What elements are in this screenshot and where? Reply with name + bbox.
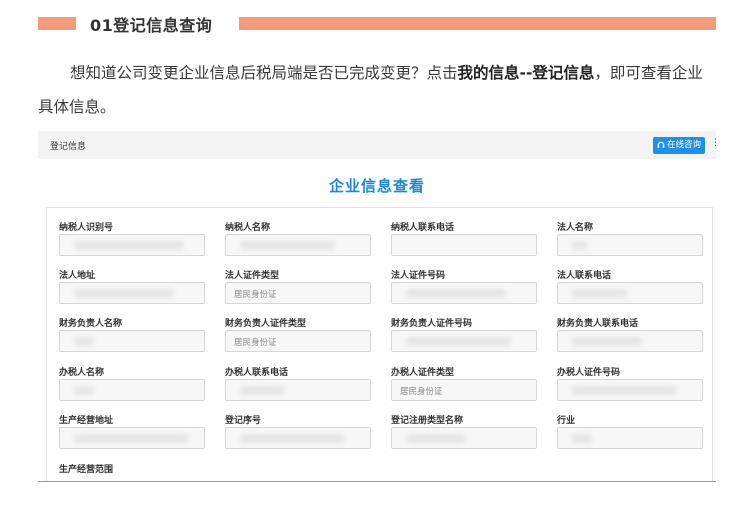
field-input[interactable]: 居民身份证 — [225, 330, 371, 352]
field-input[interactable] — [59, 234, 205, 256]
redacted-value — [74, 386, 94, 395]
field-input[interactable] — [59, 282, 205, 304]
redacted-value — [572, 386, 677, 395]
field-value: 居民身份证 — [234, 290, 277, 300]
field-label: 法人证件类型 — [225, 271, 280, 281]
field-item: 财务负责人名称 — [59, 316, 205, 352]
field-label: 生产经营范围 — [59, 465, 114, 475]
registration-info-screenshot: 登记信息 在线咨询 ⋮ 企业信息查看 纳税人识别号 纳税人名称 纳税人联系电话 法人名… — [38, 131, 716, 482]
redacted-value — [240, 386, 285, 395]
redacted-value — [240, 434, 345, 443]
field-item: 办税人证件类型 居民身份证 — [391, 365, 537, 401]
section-bar-right — [239, 17, 716, 30]
redacted-value — [572, 434, 592, 443]
field-item: 生产经营地址 — [59, 413, 205, 449]
field-item: 生产经营范围 — [59, 462, 113, 475]
field-input[interactable] — [557, 379, 703, 401]
redacted-value — [572, 337, 642, 346]
more-icon[interactable]: ⋮ — [711, 138, 716, 148]
redacted-value — [406, 434, 466, 443]
online-consult-button[interactable]: 在线咨询 — [653, 137, 705, 154]
field-input[interactable] — [557, 234, 703, 256]
field-label: 纳税人名称 — [225, 223, 271, 233]
intro-paragraph: 想知道公司变更企业信息后税局端是否已完成变更？点击我的信息--登记信息，即可查看… — [38, 56, 718, 124]
field-input[interactable]: 居民身份证 — [391, 379, 537, 401]
field-input[interactable] — [225, 427, 371, 449]
field-label: 财务负责人证件号码 — [391, 319, 473, 329]
field-label: 办税人联系电话 — [225, 368, 289, 378]
field-input[interactable] — [391, 282, 537, 304]
section-title: 01登记信息查询 — [90, 16, 213, 35]
redacted-value — [240, 241, 335, 250]
field-item: 行业 — [557, 413, 703, 449]
info-panel: 纳税人识别号 纳税人名称 纳税人联系电话 法人名称 法人地址 法人证件类型 居民身份证 法人证… — [46, 207, 713, 481]
breadcrumb[interactable]: 登记信息 — [50, 139, 86, 152]
field-item: 法人名称 — [557, 220, 703, 256]
field-item: 纳税人名称 — [225, 220, 371, 256]
field-input[interactable] — [557, 330, 703, 352]
field-label: 法人名称 — [557, 223, 594, 233]
headset-icon — [657, 141, 665, 148]
redacted-value — [406, 289, 506, 298]
field-input[interactable] — [59, 379, 205, 401]
field-item: 法人联系电话 — [557, 268, 703, 304]
field-input[interactable] — [391, 330, 537, 352]
field-input[interactable] — [225, 234, 371, 256]
field-item: 财务负责人证件类型居民身份证 — [225, 316, 371, 352]
field-label: 法人联系电话 — [557, 271, 612, 281]
screenshot-topbar: 登记信息 在线咨询 ⋮ — [38, 131, 716, 159]
field-item: 办税人联系电话 — [225, 365, 371, 401]
field-label: 纳税人识别号 — [59, 223, 114, 233]
field-label: 财务负责人名称 — [59, 319, 123, 329]
field-item: 法人地址 — [59, 268, 205, 304]
field-input[interactable] — [59, 427, 205, 449]
online-consult-label: 在线咨询 — [667, 140, 702, 150]
page-title: 企业信息查看 — [328, 177, 425, 195]
field-label: 纳税人联系电话 — [391, 223, 455, 233]
field-value: 居民身份证 — [234, 338, 277, 348]
redacted-value — [74, 241, 184, 250]
field-item: 纳税人联系电话 — [391, 220, 537, 256]
field-label: 办税人证件类型 — [391, 368, 455, 378]
field-item: 财务负责人证件号码 — [391, 316, 537, 352]
field-input[interactable]: 居民身份证 — [225, 282, 371, 304]
redacted-value — [406, 337, 511, 346]
field-value: 居民身份证 — [400, 387, 443, 397]
intro-menu-path: 我的信息--登记信息 — [457, 64, 595, 82]
field-item: 办税人名称 — [59, 365, 205, 401]
field-label: 登记序号 — [225, 416, 262, 426]
field-input[interactable] — [557, 282, 703, 304]
field-input[interactable] — [225, 379, 371, 401]
field-label: 财务负责人证件类型 — [225, 319, 307, 329]
field-item: 办税人证件号码 — [557, 365, 703, 401]
field-input[interactable] — [391, 234, 537, 256]
field-item: 登记序号 — [225, 413, 371, 449]
field-item: 法人证件号码 — [391, 268, 537, 304]
section-header: 01登记信息查询 — [38, 10, 716, 36]
redacted-value — [572, 241, 587, 250]
field-label: 法人证件号码 — [391, 271, 446, 281]
field-label: 登记注册类型名称 — [391, 416, 464, 426]
field-label: 行业 — [557, 416, 576, 426]
field-label: 财务负责人联系电话 — [557, 319, 639, 329]
intro-text-prefix: 想知道公司变更企业信息后税局端是否已完成变更？点击 — [70, 64, 458, 82]
field-item: 财务负责人联系电话 — [557, 316, 703, 352]
redacted-value — [572, 289, 627, 298]
field-item: 法人证件类型 居民身份证 — [225, 268, 371, 304]
field-input[interactable] — [59, 330, 205, 352]
field-label: 办税人证件号码 — [557, 368, 621, 378]
field-item: 登记注册类型名称 — [391, 413, 537, 449]
redacted-value — [74, 337, 94, 346]
section-bar-left — [38, 17, 76, 30]
field-label: 办税人名称 — [59, 368, 105, 378]
field-input[interactable] — [557, 427, 703, 449]
redacted-value — [74, 434, 189, 443]
field-item: 纳税人识别号 — [59, 220, 205, 256]
redacted-value — [74, 289, 174, 298]
field-label: 法人地址 — [59, 271, 96, 281]
field-input[interactable] — [391, 427, 537, 449]
field-label: 生产经营地址 — [59, 416, 114, 426]
